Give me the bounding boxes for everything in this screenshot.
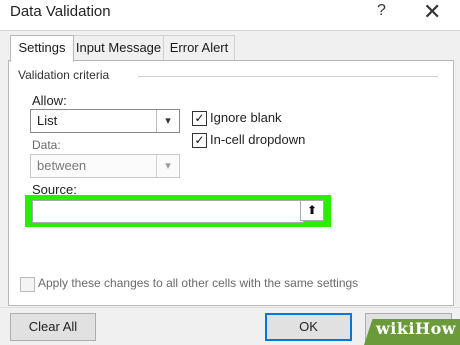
- source-input[interactable]: [32, 200, 304, 223]
- ignore-blank-checkbox[interactable]: ✓: [192, 111, 207, 126]
- chevron-down-icon: ▾: [156, 155, 179, 177]
- footer-divider: [0, 307, 460, 308]
- data-value: between: [37, 158, 87, 173]
- tab-error-alert[interactable]: Error Alert: [163, 35, 235, 60]
- group-divider: [138, 76, 438, 77]
- incell-dropdown-checkbox[interactable]: ✓: [192, 133, 207, 148]
- data-dropdown[interactable]: between ▾: [30, 154, 180, 178]
- clear-all-button[interactable]: Clear All: [10, 313, 96, 341]
- incell-dropdown-label: In-cell dropdown: [210, 132, 306, 147]
- watermark-logo: wikiHow: [376, 319, 457, 338]
- validation-criteria-label: Validation criteria: [18, 68, 110, 82]
- chevron-down-icon: ▾: [156, 110, 179, 132]
- apply-all-checkbox[interactable]: [20, 277, 35, 292]
- allow-label: Allow:: [32, 93, 67, 108]
- tab-settings[interactable]: Settings: [10, 35, 74, 62]
- ignore-blank-label: Ignore blank: [210, 110, 282, 125]
- allow-dropdown[interactable]: List ▾: [30, 109, 180, 133]
- dialog-title: Data Validation: [10, 3, 111, 20]
- apply-all-label: Apply these changes to all other cells w…: [38, 276, 359, 290]
- help-button[interactable]: ?: [377, 2, 386, 20]
- data-label: Data:: [32, 138, 61, 152]
- tab-input-message[interactable]: Input Message: [73, 35, 164, 60]
- collapse-dialog-icon[interactable]: ⬆: [300, 200, 324, 221]
- close-icon[interactable]: ✕: [423, 0, 441, 25]
- allow-value: List: [37, 113, 58, 128]
- ok-button[interactable]: OK: [265, 313, 352, 341]
